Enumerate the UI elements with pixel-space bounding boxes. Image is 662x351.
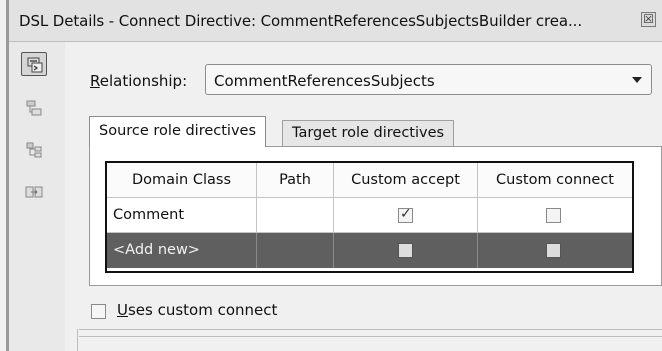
uses-custom-connect-rest: ses custom connect xyxy=(127,301,278,319)
relationship-label-rest: elationship: xyxy=(99,72,188,90)
element-merge-icon[interactable] xyxy=(21,96,47,120)
divider xyxy=(79,329,662,330)
custom-connect-cell xyxy=(478,198,632,233)
relationship-label-accel: R xyxy=(90,72,100,90)
connect-directive-icon[interactable] xyxy=(21,52,47,76)
add-new-cell[interactable]: <Add new> xyxy=(107,233,257,268)
relationship-value: CommentReferencesSubjects xyxy=(214,72,435,90)
domain-class-cell[interactable]: Comment xyxy=(107,198,257,233)
column-header-custom-connect[interactable]: Custom connect xyxy=(478,163,632,198)
relationship-dropdown[interactable]: CommentReferencesSubjects xyxy=(205,64,652,95)
close-icon[interactable]: ☒ xyxy=(641,12,656,27)
custom-connect-cell xyxy=(478,233,632,268)
column-header-custom-accept[interactable]: Custom accept xyxy=(334,163,478,198)
divider xyxy=(79,336,662,337)
checkmark-icon: ✓ xyxy=(400,206,412,222)
path-cell[interactable] xyxy=(257,198,334,233)
custom-accept-checkbox[interactable]: ✓ xyxy=(398,206,413,223)
relationship-label: Relationship: xyxy=(90,72,187,90)
dsl-details-window: DSL Details - Connect Directive: Comment… xyxy=(0,0,662,351)
window-title: DSL Details - Connect Directive: Comment… xyxy=(19,12,583,30)
uses-custom-connect-label[interactable]: Uses custom connect xyxy=(117,301,277,319)
path-cell[interactable] xyxy=(257,233,334,268)
table-row[interactable]: Comment ✓ xyxy=(107,198,632,233)
custom-accept-cell: ✓ xyxy=(334,198,478,233)
tab-source-role-directives[interactable]: Source role directives xyxy=(89,116,267,147)
custom-accept-cell xyxy=(334,233,478,268)
divider xyxy=(77,329,78,351)
hierarchy-icon[interactable] xyxy=(21,138,47,162)
custom-connect-checkbox[interactable] xyxy=(546,208,561,223)
dropdown-arrow-icon[interactable] xyxy=(632,77,642,83)
uses-custom-connect-checkbox[interactable] xyxy=(91,304,106,319)
directive-sidebar xyxy=(9,42,65,351)
column-header-domain-class[interactable]: Domain Class xyxy=(107,163,257,198)
custom-connect-checkbox[interactable] xyxy=(546,243,561,258)
column-header-path[interactable]: Path xyxy=(257,163,334,198)
details-panel: Relationship: CommentReferencesSubjects … xyxy=(65,42,662,351)
uses-custom-connect-accel: U xyxy=(117,301,128,319)
link-icon[interactable] xyxy=(21,180,47,204)
grid-header-row: Domain Class Path Custom accept Custom c… xyxy=(107,163,632,198)
custom-accept-checkbox[interactable] xyxy=(398,243,413,258)
table-row-add-new[interactable]: <Add new> xyxy=(107,233,632,268)
source-role-tab-page: Domain Class Path Custom accept Custom c… xyxy=(89,146,662,286)
tab-target-role-directives[interactable]: Target role directives xyxy=(282,120,455,147)
role-directives-grid: Domain Class Path Custom accept Custom c… xyxy=(105,161,634,273)
title-bar: DSL Details - Connect Directive: Comment… xyxy=(9,0,662,42)
